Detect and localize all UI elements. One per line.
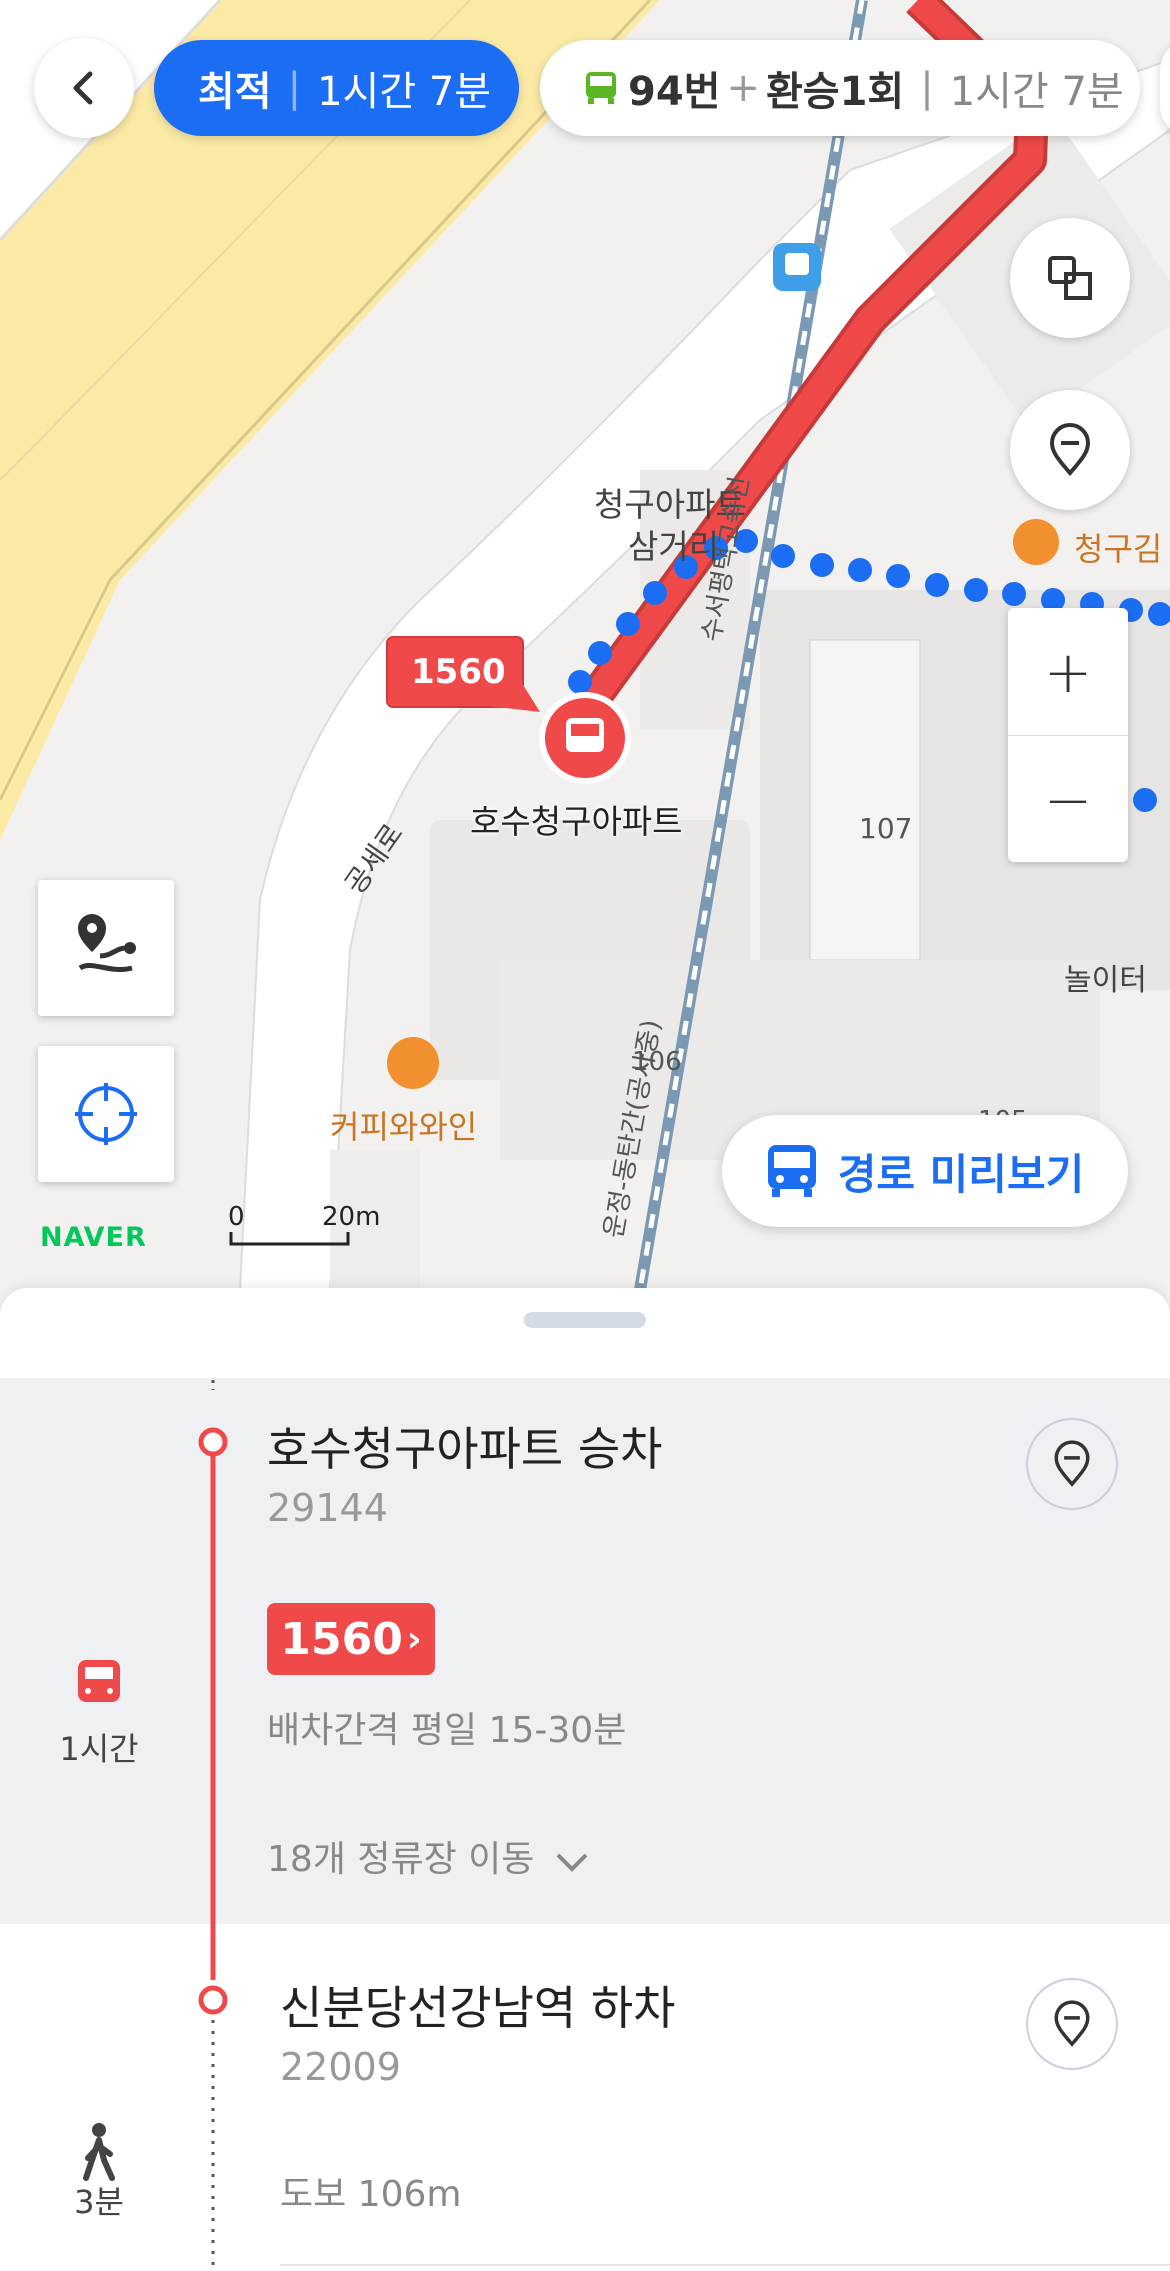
tab-best-time: 1시간 7분 xyxy=(317,69,492,115)
location-pin-icon xyxy=(1049,423,1091,477)
alight-stop-title[interactable]: 신분당선강남역 하차 xyxy=(280,1972,676,2038)
chevron-right-icon: › xyxy=(406,1618,422,1660)
chevron-down-icon xyxy=(556,1853,588,1872)
zoom-out-button[interactable]: − xyxy=(1008,736,1128,863)
stops-toggle[interactable]: 18개 정류장 이동 xyxy=(267,1830,590,1882)
bus-callout-label[interactable]: 1560 xyxy=(411,652,506,692)
scale-length: 20m xyxy=(322,1202,381,1232)
layers-button[interactable] xyxy=(1010,218,1130,338)
layers-icon xyxy=(1048,256,1092,300)
stop-name-label[interactable]: 호수청구아파트 xyxy=(470,795,683,843)
route-button[interactable] xyxy=(38,880,174,1016)
location-pin-icon xyxy=(1054,1440,1090,1487)
chevron-left-icon xyxy=(73,71,93,105)
scale-zero: 0 xyxy=(228,1202,245,1232)
map-view[interactable]: 청구아파트 삼거리 공세로 수서평택고속선 운정-동탄간(공사중) 커피와와인 … xyxy=(0,0,1170,1290)
alight-stop-code: 22009 xyxy=(280,2045,401,2089)
divider xyxy=(280,2264,1170,2266)
crosshair-icon xyxy=(75,1083,137,1145)
zoom-in-button[interactable]: + xyxy=(1008,608,1128,736)
cafe-label[interactable]: 커피와와인 xyxy=(330,1102,477,1148)
walk-duration: 3분 xyxy=(74,2183,124,2221)
tab-bus-route[interactable]: 94번 + 환승1회 | 1시간 7분 xyxy=(540,40,1140,136)
bus-number-badge[interactable]: 1560 › xyxy=(267,1603,435,1675)
zoom-controls: + − xyxy=(1008,608,1128,862)
alight-stop-pin-button[interactable] xyxy=(1026,1978,1118,2070)
route-timeline xyxy=(78,1380,228,2271)
bus-icon xyxy=(767,1145,816,1197)
map-canvas xyxy=(0,0,1170,1290)
tab-best-route[interactable]: 최적 | 1시간 7분 xyxy=(154,40,519,136)
bus-interval: 배차간격 평일 15-30분 xyxy=(267,1710,627,1751)
tab-transfer: 환승1회 xyxy=(765,69,905,115)
tab-separator: | xyxy=(287,65,302,111)
restaurant-label[interactable]: 청구김 xyxy=(1074,524,1162,570)
building-label-106: 106 xyxy=(632,1047,682,1077)
route-icon xyxy=(78,914,136,972)
tab-next-partial[interactable] xyxy=(1160,40,1170,136)
stops-count-label: 18개 정류장 이동 xyxy=(267,1839,535,1880)
route-preview-label: 경로 미리보기 xyxy=(837,1149,1085,1199)
tab-route-time: 1시간 7분 xyxy=(949,69,1124,115)
locate-button[interactable] xyxy=(38,1046,174,1182)
sheet-drag-handle[interactable] xyxy=(524,1312,646,1328)
bus-icon xyxy=(586,72,616,104)
tab-best-label: 최적 xyxy=(198,69,272,115)
board-stop-pin-button[interactable] xyxy=(1026,1418,1118,1510)
playground-label: 놀이터 xyxy=(1064,963,1147,998)
board-stop-code: 29144 xyxy=(267,1486,388,1530)
building-label-107: 107 xyxy=(859,812,913,845)
naver-logo: NAVER xyxy=(40,1222,147,1253)
walk-distance: 도보 106m xyxy=(280,2174,462,2215)
tab-plus: + xyxy=(726,65,760,111)
board-stop-title[interactable]: 호수청구아파트 승차 xyxy=(267,1413,663,1479)
pin-button[interactable] xyxy=(1010,390,1130,510)
tab-separator: | xyxy=(920,65,934,111)
location-pin-icon xyxy=(1054,2000,1090,2047)
route-preview-button[interactable]: 경로 미리보기 xyxy=(722,1115,1128,1227)
back-button[interactable] xyxy=(34,38,134,138)
tab-bus-number: 94번 xyxy=(628,69,721,115)
bus-number-label: 1560 xyxy=(280,1613,403,1665)
bus-duration: 1시간 xyxy=(59,1730,139,1768)
top-bar: 최적 | 1시간 7분 94번 + 환승1회 | 1시간 7분 xyxy=(0,38,1170,144)
